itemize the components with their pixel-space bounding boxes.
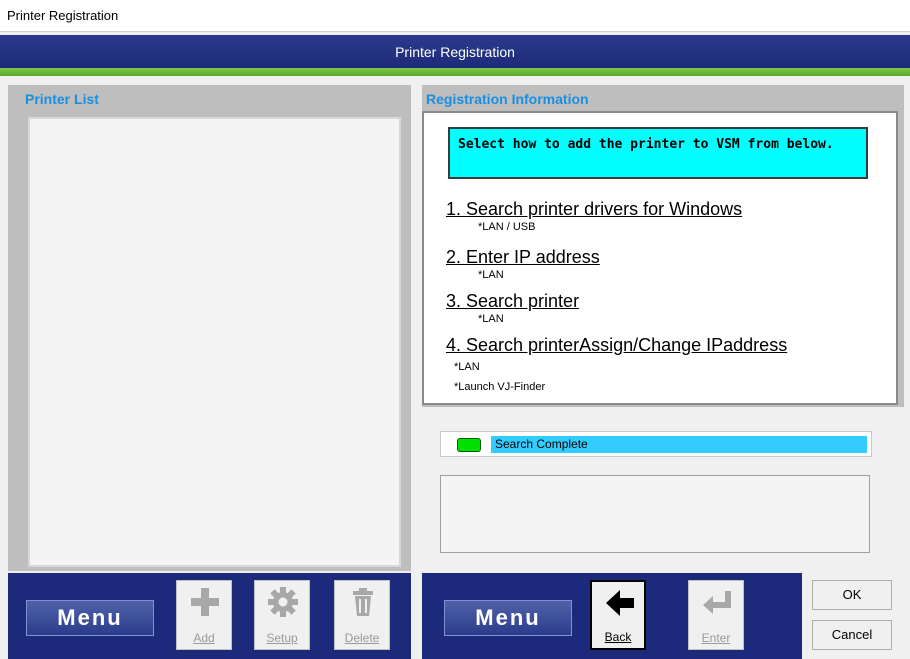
add-button-label: Add xyxy=(193,631,215,645)
trash-icon xyxy=(353,588,373,616)
gear-icon xyxy=(268,587,298,617)
enter-arrow-icon xyxy=(703,591,731,614)
setup-button-label: Setup xyxy=(266,631,298,645)
header-band: Printer Registration xyxy=(0,35,910,70)
delete-button[interactable]: Delete xyxy=(334,580,390,650)
right-menu-button[interactable]: Menu xyxy=(444,600,572,636)
header-accent-stripe xyxy=(0,68,910,76)
enter-button[interactable]: Enter xyxy=(688,580,744,650)
registration-info-panel: Registration Information Select how to a… xyxy=(422,85,904,563)
add-button[interactable]: Add xyxy=(176,580,232,650)
delete-button-label: Delete xyxy=(344,631,380,645)
left-menu-button[interactable]: Menu xyxy=(26,600,154,636)
status-text: Search Complete xyxy=(491,436,867,453)
left-toolbar: Menu Add Setup Delete xyxy=(8,573,411,659)
plus-icon xyxy=(191,588,219,616)
right-toolbar: Menu Back Enter xyxy=(422,573,802,659)
option-enter-ip-link[interactable]: 2. Enter IP address xyxy=(446,247,600,268)
option-search-drivers-link[interactable]: 1. Search printer drivers for Windows xyxy=(446,199,742,220)
option-search-printer-link[interactable]: 3. Search printer xyxy=(446,291,579,312)
option-assign-ip-link[interactable]: 4. Search printerAssign/Change IPaddress xyxy=(446,335,787,356)
option-search-drivers-note: *LAN / USB xyxy=(478,221,536,233)
instruction-text: Select how to add the printer to VSM fro… xyxy=(448,127,868,179)
enter-button-label: Enter xyxy=(701,631,731,645)
option-assign-ip-note-lan: *LAN xyxy=(454,361,480,373)
option-enter-ip-note: *LAN xyxy=(478,269,504,281)
back-button[interactable]: Back xyxy=(590,580,646,650)
option-search-printer-note: *LAN xyxy=(478,313,504,325)
cancel-button[interactable]: Cancel xyxy=(812,620,892,650)
back-arrow-icon xyxy=(606,590,634,616)
header-title: Printer Registration xyxy=(395,44,515,60)
setup-button[interactable]: Setup xyxy=(254,580,310,650)
printer-list-title: Printer List xyxy=(25,91,99,107)
status-box: Search Complete xyxy=(440,431,872,457)
window-titlebar: Printer Registration xyxy=(0,0,910,32)
status-area: Search Complete xyxy=(422,407,904,563)
back-button-label: Back xyxy=(604,630,632,644)
message-box xyxy=(440,475,870,553)
printer-list-panel: Printer List xyxy=(8,85,411,571)
option-assign-ip-note-vjfinder: *Launch VJ-Finder xyxy=(454,381,546,393)
registration-options-box: Select how to add the printer to VSM fro… xyxy=(422,111,898,405)
status-led-icon xyxy=(457,438,481,452)
printer-list-box[interactable] xyxy=(28,117,401,567)
ok-button[interactable]: OK xyxy=(812,580,892,610)
registration-info-title: Registration Information xyxy=(426,91,589,107)
window-title: Printer Registration xyxy=(7,8,119,23)
